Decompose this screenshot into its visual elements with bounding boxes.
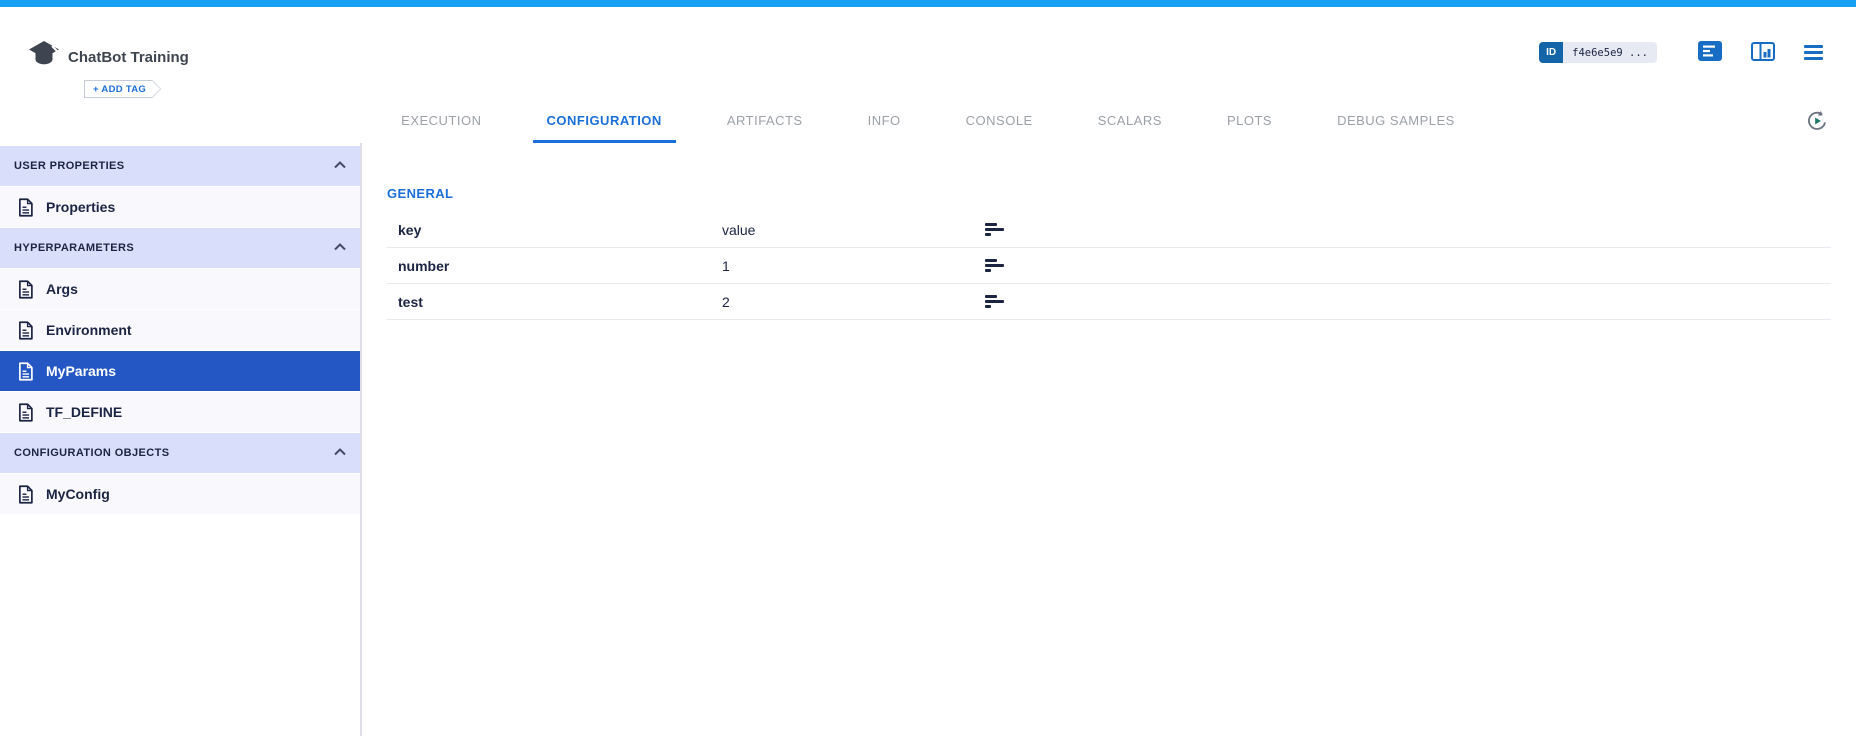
details-panel-button[interactable]	[1698, 41, 1722, 64]
sidebar-item-label: Environment	[46, 322, 132, 338]
status-top-strip	[0, 0, 1856, 7]
chevron-up-icon	[334, 160, 346, 172]
sidebar-item-label: TF_DEFINE	[46, 404, 122, 420]
tab-artifacts[interactable]: ARTIFACTS	[713, 100, 817, 143]
experiment-detail-page: COMPLETED ChatBot Training + ADD TAG ID …	[0, 0, 1856, 736]
id-label: ID	[1539, 42, 1563, 63]
chevron-up-icon	[334, 242, 346, 254]
tab-configuration[interactable]: CONFIGURATION	[533, 100, 676, 143]
sidebar-item-tf-define[interactable]: TF_DEFINE	[0, 392, 360, 433]
param-key: number	[398, 258, 722, 274]
content-area: USER PROPERTIES Properties HYPERPARAMETERS…	[0, 143, 1856, 736]
document-icon	[18, 485, 33, 504]
param-key: test	[398, 294, 722, 310]
parameter-table: keyvaluenumber1test2	[387, 212, 1831, 320]
sidebar-item-args[interactable]: Args	[0, 269, 360, 310]
preview-panel-button[interactable]	[1751, 42, 1775, 64]
id-value: f4e6e5e9 ...	[1563, 42, 1657, 63]
sidebar-section-label: HYPERPARAMETERS	[14, 242, 134, 254]
sidebar-item-label: Args	[46, 281, 78, 297]
menu-icon	[1804, 45, 1823, 60]
sidebar-section-configuration-objects[interactable]: CONFIGURATION OBJECTS	[0, 433, 360, 474]
document-icon	[18, 321, 33, 340]
experiment-type-icon	[28, 40, 60, 68]
header-actions: ID f4e6e5e9 ...	[1539, 41, 1823, 64]
sidebar-section-label: CONFIGURATION OBJECTS	[14, 447, 169, 459]
configuration-sidebar: USER PROPERTIES Properties HYPERPARAMETERS…	[0, 143, 362, 736]
menu-button[interactable]	[1804, 45, 1823, 60]
param-row-key: keyvalue	[387, 212, 1831, 248]
sidebar-item-label: Properties	[46, 199, 115, 215]
sidebar-section-label: USER PROPERTIES	[14, 160, 125, 172]
param-key: key	[398, 222, 722, 238]
param-value: 1	[722, 258, 985, 274]
document-icon	[18, 280, 33, 299]
tab-list: EXECUTION CONFIGURATION ARTIFACTS INFO CONSO…	[387, 100, 1469, 143]
param-value: 2	[722, 294, 985, 310]
side-panel-chart-icon	[1751, 42, 1775, 64]
tab-info[interactable]: INFO	[854, 100, 915, 143]
sidebar-section-hyperparameters[interactable]: HYPERPARAMETERS	[0, 228, 360, 269]
auto-refresh-icon	[1804, 122, 1830, 137]
section-title: GENERAL	[387, 186, 1831, 201]
add-tag-button[interactable]: + ADD TAG	[84, 80, 161, 98]
sidebar-item-myconfig[interactable]: MyConfig	[0, 474, 360, 515]
details-panel-icon	[1698, 41, 1722, 64]
add-tag-label: + ADD TAG	[85, 81, 160, 97]
experiment-header: ChatBot Training + ADD TAG ID f4e6e5e9 .…	[0, 7, 1856, 100]
document-icon	[18, 403, 33, 422]
chevron-up-icon	[334, 447, 346, 459]
sidebar-item-myparams[interactable]: MyParams	[0, 351, 360, 392]
configuration-main: GENERAL keyvaluenumber1test2	[362, 143, 1856, 736]
tab-scalars[interactable]: SCALARS	[1084, 100, 1176, 143]
tab-execution[interactable]: EXECUTION	[387, 100, 495, 143]
param-row-test: test2	[387, 284, 1831, 320]
param-value: value	[722, 222, 985, 238]
tab-plots[interactable]: PLOTS	[1213, 100, 1286, 143]
align-left-icon[interactable]	[985, 295, 1004, 308]
sidebar-item-environment[interactable]: Environment	[0, 310, 360, 351]
align-left-icon[interactable]	[985, 223, 1004, 236]
tab-debug-samples[interactable]: DEBUG SAMPLES	[1323, 100, 1469, 143]
sidebar-item-label: MyConfig	[46, 486, 110, 502]
tab-bar: EXECUTION CONFIGURATION ARTIFACTS INFO CONSO…	[0, 100, 1856, 143]
param-row-number: number1	[387, 248, 1831, 284]
sidebar-item-label: MyParams	[46, 363, 116, 379]
auto-refresh-button[interactable]	[1804, 108, 1830, 137]
sidebar-section-user-properties[interactable]: USER PROPERTIES	[0, 146, 360, 187]
experiment-id-badge[interactable]: ID f4e6e5e9 ...	[1539, 42, 1657, 63]
experiment-title: ChatBot Training	[68, 49, 189, 66]
document-icon	[18, 198, 33, 217]
tab-console[interactable]: CONSOLE	[952, 100, 1047, 143]
align-left-icon[interactable]	[985, 259, 1004, 272]
sidebar-item-properties[interactable]: Properties	[0, 187, 360, 228]
document-icon	[18, 362, 33, 381]
